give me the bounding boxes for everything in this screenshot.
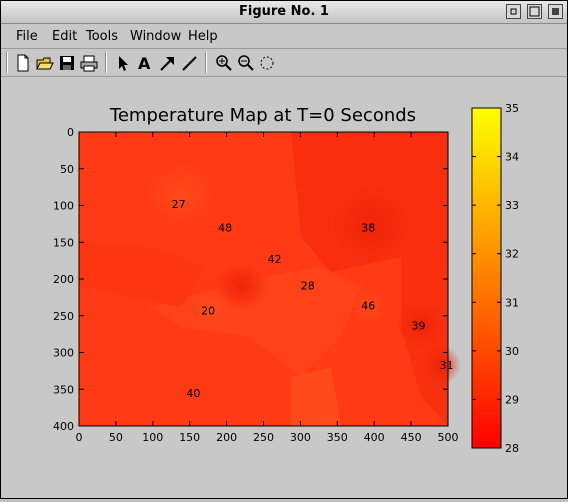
temperature-label: 48 [218,222,232,235]
x-tick-label: 150 [179,431,200,444]
temperature-label: 46 [361,299,375,312]
save-icon [60,56,74,70]
x-tick-label: 250 [253,431,274,444]
insert-text-icon: A [138,54,151,73]
insert-line-icon [182,56,197,71]
temperature-label: 28 [301,280,315,293]
zoom-out-icon [238,55,254,71]
y-tick-label: 50 [60,163,74,176]
menu-window[interactable]: Window [130,29,181,44]
colorbar-tick-label: 28 [505,442,519,455]
x-tick-label: 0 [76,431,83,444]
colorbar-tick-label: 31 [505,296,519,309]
toolbar-separator [105,52,107,73]
temperature-label: 31 [440,359,454,372]
plot-title: Temperature Map at T=0 Seconds [109,105,416,126]
colorbar-tick-label: 30 [505,345,519,358]
x-tick-label: 450 [401,431,422,444]
y-tick-label: 350 [53,383,74,396]
temperature-label: 27 [172,198,186,211]
plot-area: Temperature Map at T=0 Seconds 27 48 38 42 2… [53,102,519,455]
window-title: Figure No. 1 [239,4,329,19]
heatmap-blob [146,163,216,227]
y-tick-label: 150 [53,236,74,249]
minimize-button[interactable] [506,4,521,19]
y-tick-label: 200 [53,273,74,286]
svg-text:A: A [138,54,151,73]
menu-edit[interactable]: Edit [52,29,77,44]
maximize-button[interactable] [527,4,542,19]
toolbar-separator [205,52,207,73]
open-folder-icon [36,57,54,70]
y-tick-label: 100 [53,200,74,213]
close-button[interactable] [548,4,563,19]
colorbar-tick-label: 29 [505,393,519,406]
y-tick-label: 300 [53,347,74,360]
toolbar-separator [6,52,8,73]
x-tick-label: 200 [216,431,237,444]
x-tick-label: 350 [327,431,348,444]
menu-file[interactable]: File [16,29,38,44]
temperature-label: 42 [268,253,282,266]
insert-arrow-button[interactable] [157,53,177,73]
x-tick-label: 500 [438,431,459,444]
open-button[interactable] [35,53,55,73]
x-tick-label: 50 [109,431,123,444]
zoom-in-icon [216,55,232,71]
y-tick-label: 250 [53,310,74,323]
colorbar [471,107,502,449]
temperature-label: 20 [201,305,215,318]
select-arrow-icon [119,56,128,71]
colorbar-scale [471,107,502,449]
temperature-label: 40 [186,387,200,400]
colorbar-tick-label: 35 [505,102,519,115]
colorbar-tick-label: 34 [505,151,519,164]
x-tick-label: 300 [290,431,311,444]
y-tick-label: 400 [53,420,74,433]
print-icon [80,55,98,72]
save-button[interactable] [57,53,77,73]
insert-text-button[interactable]: A [135,53,155,73]
temperature-label: 39 [411,319,425,332]
title-bar[interactable]: Figure No. 1 [1,1,567,24]
toolbar: A [1,49,567,77]
x-tick-label: 400 [364,431,385,444]
colorbar-tick-label: 32 [505,248,519,261]
minimize-icon [510,8,517,15]
select-button[interactable] [113,53,133,73]
insert-line-button[interactable] [179,53,199,73]
menu-tools[interactable]: Tools [86,29,118,44]
print-button[interactable] [79,53,99,73]
heatmap [78,131,461,427]
rotate-icon [260,56,274,70]
rotate-button[interactable] [257,53,277,73]
temperature-label: 38 [361,222,375,235]
insert-arrow-icon [160,57,174,71]
colorbar-tick-label: 33 [505,199,519,212]
new-file-icon [17,54,29,72]
figure-window: Figure No. 1 File Edit Tools Window Help [0,0,568,499]
menu-help[interactable]: Help [188,29,218,44]
y-tick-label: 0 [67,126,74,139]
close-icon [552,8,559,15]
zoom-out-button[interactable] [235,53,255,73]
menu-bar: File Edit Tools Window Help [1,24,567,49]
maximize-icon [529,6,540,17]
x-tick-label: 100 [142,431,163,444]
figure-canvas: Temperature Map at T=0 Seconds 27 48 38 42 2… [1,77,567,498]
zoom-in-button[interactable] [213,53,233,73]
new-file-button[interactable] [13,53,33,73]
